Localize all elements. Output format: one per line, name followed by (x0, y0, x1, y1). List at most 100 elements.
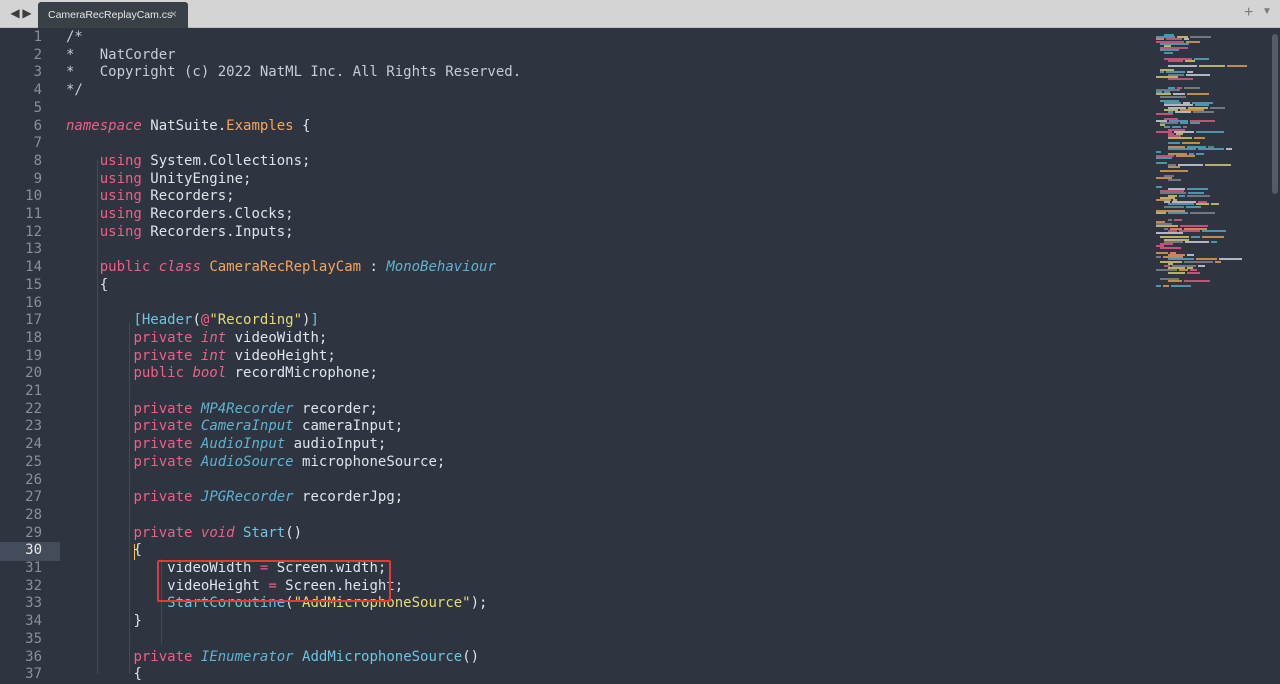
code-line[interactable]: public bool recordMicrophone; (66, 365, 378, 383)
minimap-line (1185, 60, 1195, 63)
code-token: */ (66, 82, 83, 99)
code-line[interactable]: private AudioInput audioInput; (66, 436, 386, 454)
annotation-highlight-box (157, 560, 391, 602)
minimap-line (1168, 137, 1192, 140)
minimap-line (1168, 179, 1181, 182)
code-token: private (133, 453, 193, 470)
minimap-line (1160, 95, 1186, 98)
minimap-line (1156, 284, 1161, 287)
code-token: recorder; (293, 400, 378, 417)
nav-left-icon[interactable]: ◀ (9, 6, 21, 20)
minimap-line (1156, 150, 1161, 153)
minimap-line (1160, 71, 1164, 74)
minimap-line (1168, 280, 1182, 283)
code-line[interactable]: * NatCorder (66, 47, 176, 65)
code-line[interactable]: */ (66, 82, 83, 100)
code-line[interactable]: * Copyright (c) 2022 NatML Inc. All Righ… (66, 64, 521, 82)
line-number: 16 (25, 294, 42, 311)
code-token: private (133, 648, 193, 665)
code-editor[interactable]: 1 2 3 4 5 6 7 8 9 10 11 12 13 14 15 16 17 18 19 20 21 22 23 24 2… (0, 28, 1280, 682)
code-line[interactable]: private IEnumerator AddMicrophoneSource(… (66, 649, 479, 667)
code-line[interactable]: { (66, 542, 141, 560)
code-token: videoWidth; (226, 329, 328, 346)
code-line[interactable]: namespace NatSuite.Examples { (66, 118, 310, 136)
tab-label: CameraRecReplayCam.cs (48, 9, 173, 21)
minimap-line (1186, 205, 1201, 208)
line-number: 6 (33, 117, 42, 134)
code-line[interactable]: { (66, 666, 141, 684)
code-token: ( (192, 312, 201, 329)
code-token: private (133, 524, 193, 541)
code-token: Recorders.Clocks; (141, 206, 294, 222)
code-line[interactable]: public class CameraRecReplayCam : MonoBe… (66, 259, 496, 277)
line-number: 31 (25, 560, 42, 576)
code-token: { (293, 117, 311, 134)
code-line[interactable]: private int videoHeight; (66, 348, 335, 366)
code-token: UnityEngine; (141, 170, 252, 187)
minimap-line (1227, 64, 1247, 67)
indent-guide (97, 160, 98, 674)
scrollbar[interactable] (1272, 34, 1278, 194)
code-line[interactable]: using Recorders.Clocks; (66, 206, 294, 224)
add-tab-icon[interactable]: + (1244, 4, 1253, 22)
code-line[interactable]: using UnityEngine; (66, 170, 252, 189)
code-token: recordMicrophone; (226, 365, 378, 382)
code-line[interactable]: using System.Collections; (66, 153, 311, 171)
minimap-line (1168, 148, 1196, 151)
code-token: ); (470, 595, 488, 612)
code-token: using (99, 206, 142, 222)
close-icon[interactable]: × (170, 7, 177, 21)
line-number: 37 (25, 666, 42, 683)
minimap-line (1168, 141, 1180, 144)
code-line[interactable]: [Header(@"Recording")] (66, 312, 318, 330)
minimap-line (1202, 236, 1224, 239)
tab-camerarecreplaycam[interactable]: CameraRecReplayCam.cs × (38, 2, 188, 28)
minimap-line (1187, 194, 1210, 197)
code-token: Recorders.Inputs; (141, 223, 294, 240)
line-number-gutter: 1 2 3 4 5 6 7 8 9 10 11 12 13 14 15 16 17 18 19 20 21 22 23 24 2… (0, 28, 52, 682)
code-line[interactable]: /* (66, 29, 83, 47)
line-number: 9 (33, 170, 42, 187)
code-line[interactable]: private int videoWidth; (66, 330, 327, 348)
code-line[interactable]: private AudioSource microphoneSource; (66, 454, 445, 472)
minimap-line (1175, 111, 1191, 113)
chevron-down-icon[interactable]: ▼ (1262, 6, 1272, 17)
minimap-line (1156, 185, 1162, 188)
code-token: { (99, 276, 109, 293)
minimap-line (1184, 280, 1210, 283)
code-line[interactable]: using Recorders.Inputs; (66, 224, 294, 242)
minimap-line (1179, 194, 1185, 197)
minimap-line (1190, 36, 1211, 39)
minimap[interactable] (1154, 28, 1272, 674)
code-token: private (133, 329, 193, 346)
code-token: * NatCorder (66, 46, 176, 63)
code-token: IEnumerator (200, 648, 294, 665)
code-token: NatSuite. (141, 117, 227, 134)
code-line[interactable]: using Recorders; (66, 188, 235, 206)
code-token: } (133, 613, 142, 630)
code-token: Examples (226, 117, 294, 134)
code-line[interactable]: } (66, 613, 142, 631)
code-line[interactable]: { (66, 277, 108, 295)
code-token: int (200, 329, 227, 346)
line-number: 2 (33, 46, 42, 63)
code-line[interactable]: private void Start() (66, 525, 302, 543)
code-token: /* (66, 29, 83, 45)
code-line[interactable]: private JPGRecorder recorderJpg; (66, 489, 403, 507)
minimap-line (1202, 229, 1226, 232)
code-token: using (99, 188, 142, 205)
code-line[interactable]: private MP4Recorder recorder; (66, 400, 378, 419)
code-line[interactable]: private CameraInput cameraInput; (66, 418, 403, 436)
code-token: AudioSource (200, 453, 294, 470)
line-number: 14 (25, 259, 42, 276)
nav-right-icon[interactable]: ▶ (21, 6, 33, 20)
line-number: 35 (25, 630, 42, 647)
